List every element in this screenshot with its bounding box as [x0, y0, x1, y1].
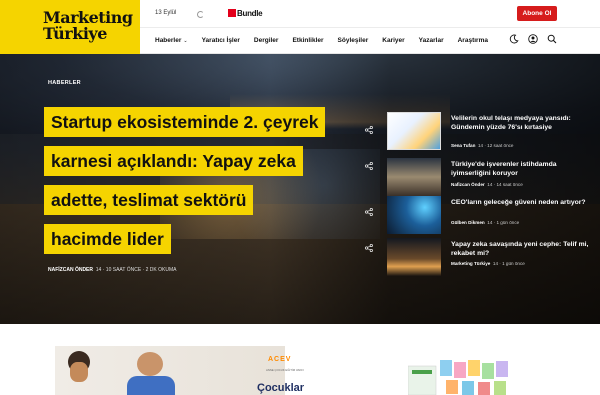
hero-section-label[interactable]: HABERLER: [48, 80, 81, 86]
list-item[interactable]: Yapay zeka savaşında yeni cephe: Telif m…: [360, 238, 600, 278]
share-icon[interactable]: [365, 126, 373, 134]
nav-item-yazarlar[interactable]: Yazarlar: [419, 37, 444, 44]
acev-logo: ACEV: [268, 356, 292, 363]
news-meta-text: 14 · 1 gün önce: [492, 261, 525, 266]
user-icon[interactable]: [528, 34, 538, 44]
logo[interactable]: Marketing Türkiye: [0, 0, 140, 54]
news-meta-text: 14 · 14 saat önce: [487, 182, 523, 187]
child-shirt: [127, 376, 175, 395]
news-meta: Marketing Türkiye 14 · 1 gün önce: [451, 261, 525, 266]
share-icon[interactable]: [365, 208, 373, 216]
header-divider: [140, 27, 600, 28]
news-meta-text: 14 · 1 gün önce: [487, 220, 520, 225]
hero-meta: NAFİZCAN ÖNDER 14 · 10 SAAT ÖNCE · 2 DK …: [48, 267, 176, 273]
nav-item-arastirma[interactable]: Araştırma: [458, 37, 488, 44]
headline-line: hacimde lider: [44, 224, 171, 254]
list-item[interactable]: Velilerin okul telaşı medyaya yansıdı: G…: [360, 112, 600, 152]
news-author[interactable]: Sena Tufan: [451, 143, 475, 148]
bundle-link[interactable]: Bundle: [228, 9, 263, 18]
news-title[interactable]: Velilerin okul telaşı medyaya yansıdı: G…: [451, 115, 591, 132]
news-meta: Gülben Dikmen 14 · 1 gün önce: [451, 220, 519, 225]
moon-icon[interactable]: [509, 34, 519, 44]
hero-author[interactable]: NAFİZCAN ÖNDER: [48, 267, 93, 273]
hero-meta-text: 14 · 10 SAAT ÖNCE · 2 DK OKUMA: [95, 267, 177, 273]
news-thumbnail[interactable]: [387, 238, 441, 276]
site-header: Marketing Türkiye 13 Eylül Bundle Abone …: [0, 0, 600, 54]
main-nav: Haberler ⌄ Yaratıcı İşler Dergiler Etkinl…: [155, 37, 502, 44]
headline-line: karnesi açıklandı: Yapay zeka: [44, 146, 303, 176]
date-label: 13 Eylül: [155, 10, 177, 16]
search-icon[interactable]: [547, 34, 557, 44]
list-item[interactable]: CEO'ların geleceğe güveni neden artıyor?…: [360, 196, 600, 236]
loading-icon: [197, 11, 204, 18]
nav-item-yaratici-isler[interactable]: Yaratıcı İşler: [202, 37, 240, 44]
list-item[interactable]: Türkiye'de işverenler istihdamda iyimser…: [360, 158, 600, 198]
header-icons: [509, 34, 557, 44]
news-author[interactable]: Gülben Dikmen: [451, 220, 485, 225]
nav-item-haberler[interactable]: Haberler ⌄: [155, 37, 188, 44]
headline-line: adette, teslimat sektörü: [44, 185, 254, 215]
news-author[interactable]: Marketing Türkiye: [451, 261, 490, 266]
chevron-down-icon: ⌄: [183, 38, 188, 44]
news-meta-text: 14 · 12 saat önce: [477, 143, 514, 148]
news-title[interactable]: CEO'ların geleceğe güveni neden artıyor?: [451, 199, 591, 208]
headline-line: Startup ekosisteminde 2. çeyrek: [44, 107, 326, 137]
news-thumbnail[interactable]: [387, 112, 441, 150]
child-face: [70, 362, 88, 382]
promo-section: ACEV ANNE ÇOCUK EĞİTİM VAKFI Çocuklar: [0, 324, 600, 395]
ad-image[interactable]: [408, 356, 523, 395]
bundle-label: Bundle: [237, 9, 263, 18]
bundle-logo-icon: [228, 9, 236, 17]
share-icon[interactable]: [365, 244, 373, 252]
news-meta: Sena Tufan 14 · 12 saat önce: [451, 143, 513, 148]
child-face: [137, 352, 163, 376]
news-thumbnail[interactable]: [387, 196, 441, 234]
nav-item-dergiler[interactable]: Dergiler: [254, 37, 279, 44]
logo-line-2: Türkiye: [43, 24, 107, 43]
share-icon[interactable]: [365, 162, 373, 170]
nav-item-etkinlikler[interactable]: Etkinlikler: [292, 37, 323, 44]
nav-item-soylesiler[interactable]: Söyleşiler: [338, 37, 369, 44]
logo-text: Marketing Türkiye: [43, 10, 133, 42]
news-title[interactable]: Türkiye'de işverenler istihdamda iyimser…: [451, 161, 591, 178]
news-thumbnail[interactable]: [387, 158, 441, 196]
nav-label: Haberler: [155, 37, 182, 44]
hero-headline[interactable]: Startup ekosisteminde 2. çeyrek karnesi …: [44, 107, 344, 263]
acev-subtitle: ANNE ÇOCUK EĞİTİM VAKFI: [266, 368, 304, 372]
news-title[interactable]: Yapay zeka savaşında yeni cephe: Telif m…: [451, 241, 591, 258]
nav-item-kariyer[interactable]: Kariyer: [382, 37, 404, 44]
news-author[interactable]: Nafizcan Önder: [451, 182, 485, 187]
subscribe-button[interactable]: Abone Ol: [517, 6, 557, 21]
promo-image[interactable]: [55, 346, 285, 395]
news-meta: Nafizcan Önder 14 · 14 saat önce: [451, 182, 523, 187]
promo-title[interactable]: Çocuklar: [257, 382, 304, 394]
